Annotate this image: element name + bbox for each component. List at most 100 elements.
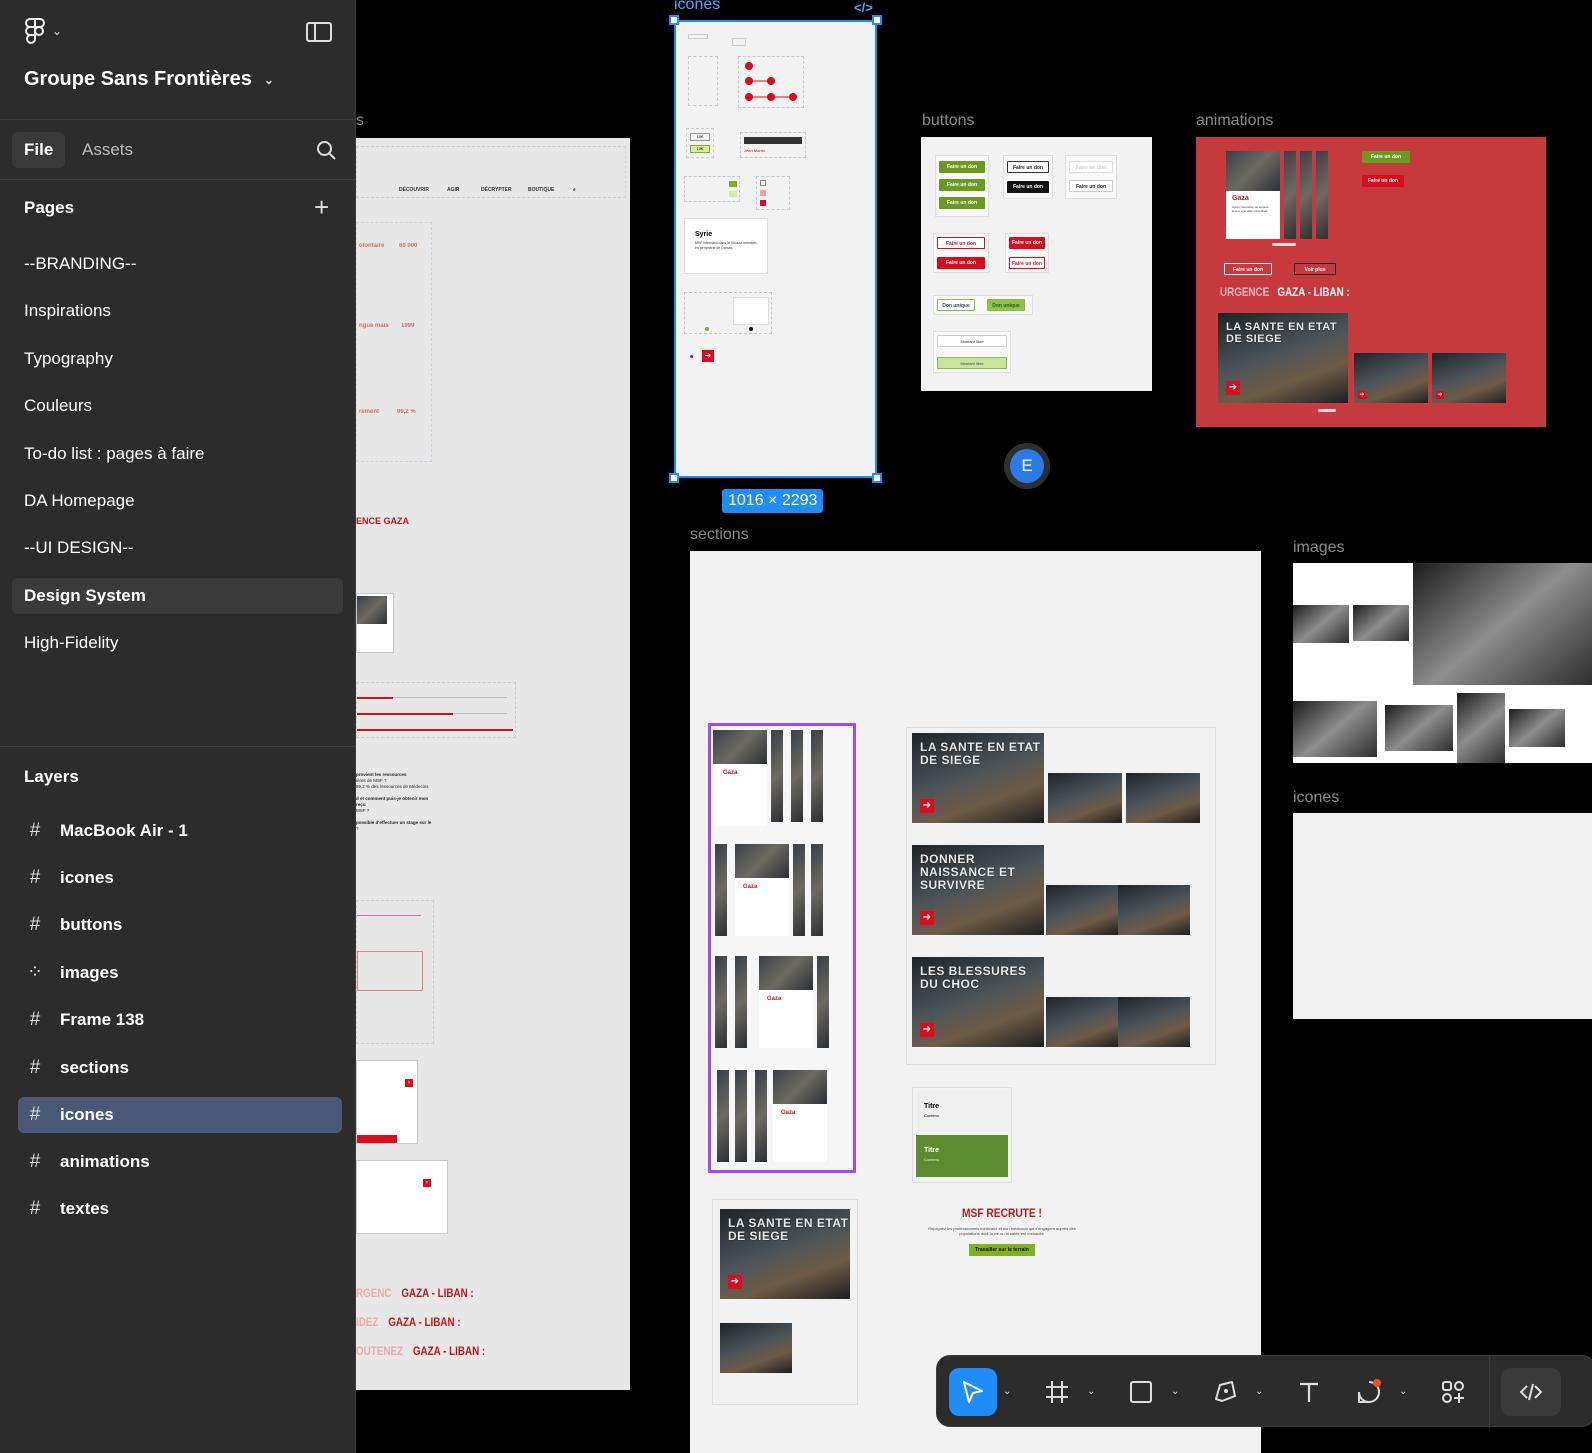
layer-item[interactable]: # Frame 138 bbox=[0, 997, 356, 1044]
urgence-place: GAZA - LIBAN : bbox=[412, 1343, 486, 1358]
bottom-toolbar: ⌄ ⌄ ⌄ ⌄ ⌄ bbox=[936, 1355, 1592, 1428]
comment-tool-button[interactable] bbox=[1345, 1368, 1393, 1416]
pen-tool-button[interactable] bbox=[1201, 1368, 1249, 1416]
card-title: Syrie bbox=[695, 231, 713, 238]
page-item[interactable]: High-Fidelity bbox=[0, 619, 355, 666]
layer-item[interactable]: # buttons bbox=[0, 902, 356, 949]
add-page-icon[interactable]: + bbox=[314, 194, 329, 220]
arrow-right-icon: ➔ bbox=[1226, 381, 1240, 395]
layer-item[interactable]: # animations bbox=[0, 1138, 356, 1185]
icones-frame[interactable]: 10€ 10€ Jean Martin Syrie MSF intervient… bbox=[674, 20, 877, 478]
layer-list: # MacBook Air - 1 # icones # buttons ⁘ images # F… bbox=[0, 807, 356, 1233]
sidebar-header: ⌄ Groupe Sans Frontières ⌄ bbox=[0, 0, 355, 120]
layer-item[interactable]: # sections bbox=[0, 1044, 356, 1091]
toggle-sidebar-icon[interactable] bbox=[306, 22, 332, 42]
card-title: Gaza bbox=[1232, 195, 1249, 202]
resize-handle[interactable] bbox=[669, 473, 679, 483]
donate-button: Faire un don bbox=[939, 179, 985, 191]
layer-item[interactable]: ⁘ images bbox=[0, 949, 356, 996]
nav-item: DÉCOUVRIR bbox=[399, 187, 430, 193]
move-tool-button[interactable] bbox=[949, 1368, 997, 1416]
urgence-word: RGENC bbox=[356, 1285, 392, 1300]
design-canvas[interactable]: s DÉCOUVRIR AGIR DÉCRYPTER BOUTIQUE ⌕ ol… bbox=[356, 0, 1592, 1453]
icones-frame-2[interactable] bbox=[1293, 813, 1592, 1019]
buttons-frame[interactable]: Faire un don Faire un don Faire un don F… bbox=[921, 137, 1152, 391]
stats-component: olontaire 60 000 ngue mais 1999 rement 9… bbox=[356, 222, 432, 462]
chevron-down-icon[interactable]: ⌄ bbox=[1003, 1386, 1015, 1398]
layer-item[interactable]: # MacBook Air - 1 bbox=[0, 807, 356, 854]
hero-card: DONNER NAISSANCE ET SURVIVRE ➔ bbox=[912, 845, 1044, 935]
page-item[interactable]: To-do list : pages à faire bbox=[0, 430, 355, 477]
project-switcher[interactable]: Groupe Sans Frontières ⌄ bbox=[24, 68, 274, 91]
frame-icon: # bbox=[29, 1151, 41, 1173]
dev-mode-toggle[interactable] bbox=[1501, 1368, 1561, 1416]
frame-label-icones: icones bbox=[674, 0, 721, 13]
hero-title: DONNER NAISSANCE ET SURVIVRE bbox=[920, 852, 1016, 892]
urgence-row: IDEZ GAZA - LIBAN : bbox=[356, 1307, 463, 1336]
collaborator-avatar[interactable]: E bbox=[1004, 443, 1050, 489]
resize-handle[interactable] bbox=[872, 15, 882, 25]
chevron-down-icon: ⌄ bbox=[263, 72, 274, 87]
page-item[interactable]: Typography bbox=[0, 335, 355, 382]
urgence-row: OUTENEZ GAZA - LIBAN : bbox=[356, 1336, 485, 1365]
accordion-component: × bbox=[356, 1060, 418, 1144]
project-name: Groupe Sans Frontières bbox=[24, 68, 252, 90]
card-text: MSF intervient dans la Ghouta orientale,… bbox=[695, 241, 758, 250]
sections-frame[interactable]: Gaza Gaza Gaza Gaza LA SANTE EN ETAT DE … bbox=[690, 551, 1261, 1453]
arrow-right-icon: ➔ bbox=[702, 350, 714, 362]
shape-tool-button[interactable] bbox=[1117, 1368, 1165, 1416]
form-component bbox=[356, 900, 434, 1044]
hero-card: LES BLESSURES DU CHOC ➔ bbox=[912, 957, 1044, 1047]
frame-tool-button[interactable] bbox=[1033, 1368, 1081, 1416]
layers-title: Layers bbox=[24, 767, 79, 786]
chevron-down-icon[interactable]: ⌄ bbox=[1255, 1386, 1267, 1398]
card-image bbox=[357, 596, 387, 624]
urgence-row: RGENC GAZA - LIBAN : bbox=[356, 1278, 474, 1307]
grid-icon: ⁘ bbox=[27, 962, 43, 984]
code-icon bbox=[1519, 1383, 1543, 1401]
chevron-down-icon[interactable]: ⌄ bbox=[1399, 1386, 1411, 1398]
actions-tool-button[interactable] bbox=[1429, 1368, 1477, 1416]
dev-mode-icon[interactable]: </> bbox=[854, 0, 873, 15]
recruit-title: MSF RECRUTE ! bbox=[962, 1206, 1042, 1220]
layer-item[interactable]: # textes bbox=[0, 1186, 356, 1233]
gaza-card: Gaza Après l'armistice du cessez-le-feu,… bbox=[1226, 151, 1280, 239]
page-item[interactable]: Design System bbox=[12, 577, 343, 614]
layer-item[interactable]: # icones bbox=[0, 854, 356, 901]
accordion-component: × bbox=[356, 1160, 448, 1234]
main-menu-button[interactable]: ⌄ bbox=[24, 18, 62, 44]
page-item[interactable]: Couleurs bbox=[0, 382, 355, 429]
stat-label: ngue mais bbox=[359, 323, 389, 329]
arrow-right-icon: ➔ bbox=[920, 911, 934, 925]
chevron-down-icon[interactable]: ⌄ bbox=[1171, 1386, 1183, 1398]
page-item[interactable]: Inspirations bbox=[0, 287, 355, 334]
page-item[interactable]: DA Homepage bbox=[0, 477, 355, 524]
tab-assets[interactable]: Assets bbox=[70, 132, 145, 168]
pages-list: --BRANDING-- Inspirations Typography Couleu… bbox=[0, 240, 355, 666]
text-tool-button[interactable] bbox=[1285, 1368, 1333, 1416]
page-item[interactable]: --UI DESIGN-- bbox=[0, 524, 355, 571]
search-icon[interactable] bbox=[316, 140, 336, 160]
layer-label: icones bbox=[60, 1105, 114, 1125]
selection-size-badge: 1016 × 2293 bbox=[722, 489, 824, 513]
chevron-down-icon: ⌄ bbox=[52, 24, 63, 38]
see-more-button: Voir plus bbox=[1294, 263, 1336, 275]
images-frame[interactable] bbox=[1293, 563, 1592, 763]
chevron-down-icon[interactable]: ⌄ bbox=[1087, 1386, 1099, 1398]
frame-label-partial: s bbox=[356, 112, 364, 129]
animations-frame[interactable]: Gaza Après l'armistice du cessez-le-feu,… bbox=[1196, 137, 1546, 427]
stepper-graphic bbox=[745, 62, 797, 101]
recruit-button: Travailler sur le terrain bbox=[969, 1244, 1035, 1256]
resize-handle[interactable] bbox=[872, 473, 882, 483]
macbook-frame[interactable]: DÉCOUVRIR AGIR DÉCRYPTER BOUTIQUE ⌕ olon… bbox=[356, 138, 630, 1390]
layer-item[interactable]: # icones bbox=[18, 1097, 342, 1134]
stat-value: 99,2 % bbox=[397, 409, 416, 415]
frame-icon: # bbox=[29, 914, 41, 936]
page-item[interactable]: --BRANDING-- bbox=[0, 240, 355, 287]
tab-file[interactable]: File bbox=[12, 132, 66, 168]
close-icon: × bbox=[405, 1079, 413, 1087]
frame-label-images: images bbox=[1293, 539, 1345, 556]
hero-card: LA SANTE EN ETAT DE SIEGE ➔ bbox=[1218, 313, 1348, 403]
resize-handle[interactable] bbox=[669, 15, 679, 25]
donate-button: Faire un don bbox=[1007, 161, 1049, 173]
